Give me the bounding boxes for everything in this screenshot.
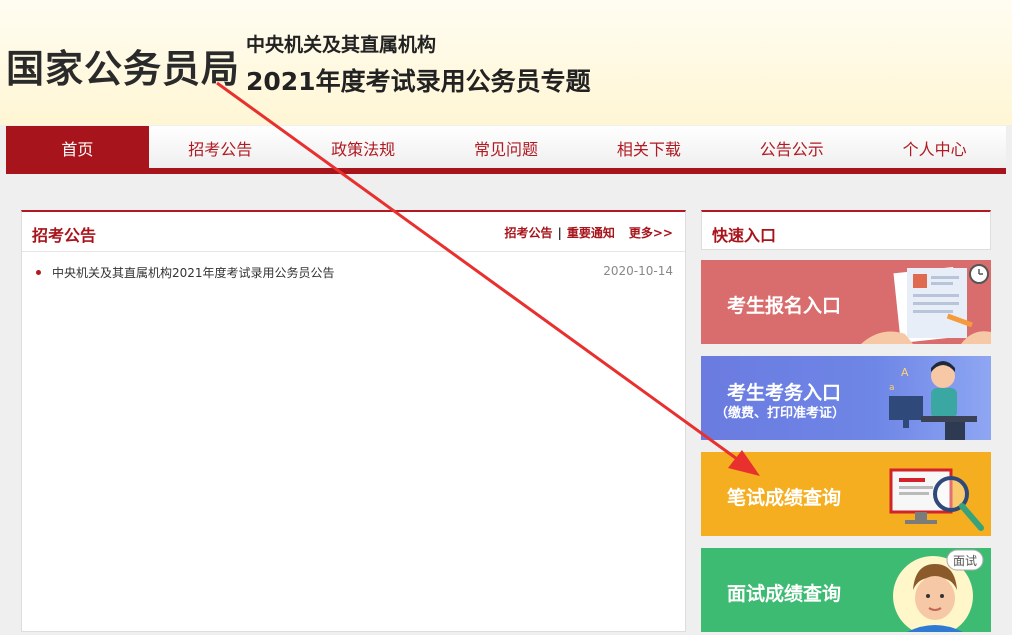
entry-sublabel: （缴费、打印准考证） xyxy=(715,406,846,421)
more-link[interactable]: 更多>> xyxy=(629,226,673,240)
quick-entry-title: 快速入口 xyxy=(712,226,777,245)
score-search-illustration xyxy=(889,468,984,531)
entry-label: 考生考务入口 xyxy=(727,382,842,404)
registration-entry-button[interactable]: 考生报名入口 xyxy=(701,260,991,344)
svg-text:a: a xyxy=(889,383,895,393)
nav-item-personal-center[interactable]: 个人中心 xyxy=(863,126,1006,168)
link-important-notices[interactable]: 重要通知 xyxy=(567,226,615,240)
announcements-panel: 招考公告 招考公告 | 重要通知 更多>> 中央机关及其直属机构2021年度考试录用公… xyxy=(21,210,686,632)
nav-item-downloads[interactable]: 相关下载 xyxy=(577,126,720,168)
announcements-title: 招考公告 xyxy=(32,226,97,245)
header-title: 2021年度考试录用公务员专题 xyxy=(246,67,591,96)
site-logo[interactable]: 国家公务员局 xyxy=(6,38,240,93)
entry-label: 考生报名入口 xyxy=(727,295,842,317)
bullet-icon xyxy=(36,270,41,275)
list-item[interactable]: 中央机关及其直属机构2021年度考试录用公务员公告 2020-10-14 xyxy=(36,264,673,284)
nav-item-notices[interactable]: 公告公示 xyxy=(720,126,863,168)
quick-entry-header: 快速入口 xyxy=(701,210,991,250)
nav-item-home[interactable]: 首页 xyxy=(6,126,149,168)
main-nav: 首页 招考公告 政策法规 常见问题 相关下载 公告公示 个人中心 xyxy=(6,126,1006,174)
news-date: 2020-10-14 xyxy=(603,264,673,278)
header-subtitle: 中央机关及其直属机构 xyxy=(246,34,437,56)
student-desk-illustration: A a xyxy=(889,361,977,440)
nav-item-recruitment[interactable]: 招考公告 xyxy=(149,126,292,168)
news-title[interactable]: 中央机关及其直属机构2021年度考试录用公务员公告 xyxy=(52,266,335,280)
svg-text:A: A xyxy=(901,366,909,379)
news-list: 中央机关及其直属机构2021年度考试录用公务员公告 2020-10-14 xyxy=(22,252,685,284)
entry-label: 面试成绩查询 xyxy=(727,583,842,605)
announcements-header: 招考公告 招考公告 | 重要通知 更多>> xyxy=(22,212,685,252)
nav-item-faq[interactable]: 常见问题 xyxy=(435,126,578,168)
link-recruitment-notices[interactable]: 招考公告 xyxy=(504,226,552,240)
announcements-links: 招考公告 | 重要通知 更多>> xyxy=(504,224,673,241)
interview-badge-text: 面试 xyxy=(953,553,977,568)
application-form-illustration xyxy=(861,264,991,344)
link-separator: | xyxy=(557,226,562,240)
nav-item-policies[interactable]: 政策法规 xyxy=(292,126,435,168)
written-exam-score-button[interactable]: 笔试成绩查询 xyxy=(701,452,991,536)
interview-person-illustration: 面试 xyxy=(893,549,984,632)
interview-score-button[interactable]: 面试成绩查询 面试 xyxy=(701,548,991,632)
site-header: 国家公务员局 中央机关及其直属机构 2021年度考试录用公务员专题 xyxy=(0,0,1012,125)
entry-label: 笔试成绩查询 xyxy=(727,487,842,509)
exam-affairs-entry-button[interactable]: 考生考务入口 （缴费、打印准考证） A a xyxy=(701,356,991,440)
